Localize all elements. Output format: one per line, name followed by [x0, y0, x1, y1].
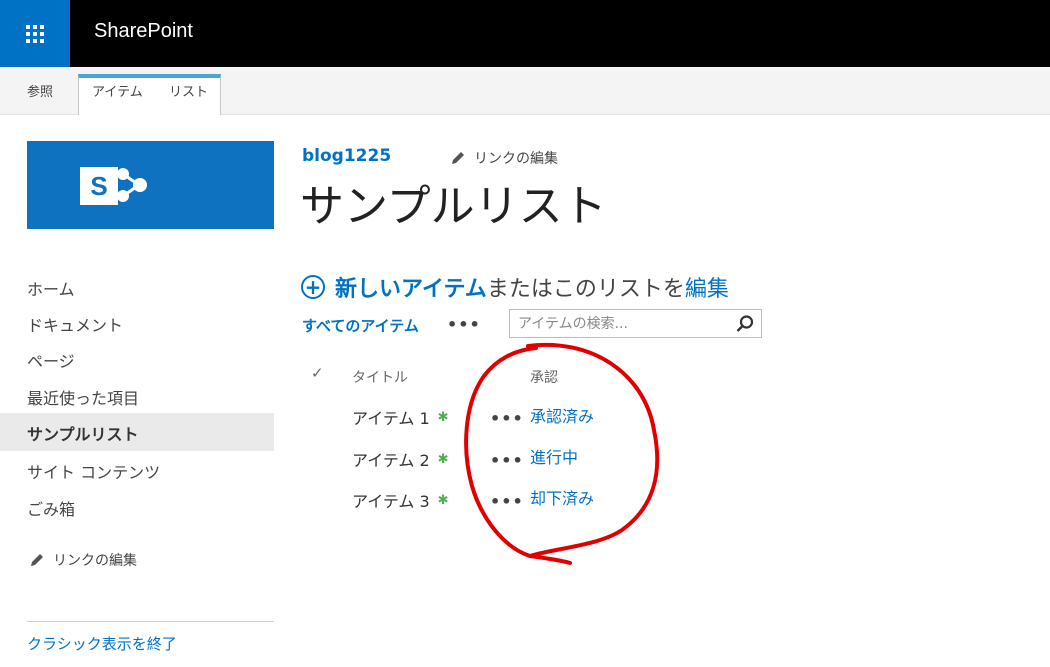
pencil-icon: [31, 554, 43, 566]
new-item-middle-text: またはこのリストを: [486, 277, 685, 302]
edit-links-top[interactable]: リンクの編集: [450, 148, 558, 168]
new-item-icon: ✱: [437, 492, 449, 508]
view-more-button[interactable]: •••: [447, 315, 481, 334]
nav-item-documents[interactable]: ドキュメント: [27, 304, 123, 342]
item-status[interactable]: 却下済み: [530, 485, 594, 509]
suite-bar: SharePoint: [0, 0, 1050, 67]
ribbon-tab-items[interactable]: アイテム: [92, 81, 143, 100]
item-menu-button[interactable]: •••: [490, 451, 524, 470]
site-name-link[interactable]: blog1225: [302, 146, 391, 166]
item-status[interactable]: 承認済み: [530, 403, 594, 427]
new-item-line: + 新しいアイテム またはこのリストを 編集: [301, 271, 729, 303]
view-all-items[interactable]: すべてのアイテム: [302, 315, 419, 336]
sharepoint-logo-icon: S: [80, 167, 147, 205]
column-header-title[interactable]: タイトル: [352, 367, 408, 387]
new-item-icon: ✱: [437, 451, 449, 467]
page-title: サンプルリスト: [300, 182, 607, 231]
list-item-title[interactable]: アイテム 2 ✱: [352, 447, 449, 471]
site-logo[interactable]: S: [27, 141, 274, 229]
ribbon-tab-browse[interactable]: 参照: [27, 81, 53, 100]
search-box: [509, 309, 762, 338]
app-name[interactable]: SharePoint: [94, 20, 193, 43]
item-menu-button[interactable]: •••: [490, 492, 524, 511]
exit-classic-link[interactable]: クラシック表示を終了: [27, 633, 177, 654]
list-item-title[interactable]: アイテム 1 ✱: [352, 405, 449, 429]
add-circle-icon[interactable]: +: [301, 275, 325, 299]
search-icon[interactable]: [735, 314, 755, 334]
new-item-link[interactable]: 新しいアイテム: [335, 271, 487, 303]
nav-item-recent[interactable]: 最近使った項目: [27, 377, 139, 415]
item-status[interactable]: 進行中: [530, 444, 578, 468]
ribbon-tab-list[interactable]: リスト: [169, 81, 208, 100]
edit-links-nav[interactable]: リンクの編集: [29, 550, 137, 570]
new-item-icon: ✱: [437, 409, 449, 425]
item-title-label: アイテム 3: [352, 492, 430, 511]
nav-item-home[interactable]: ホーム: [27, 268, 75, 306]
ribbon: 参照 アイテム リスト: [0, 67, 1050, 115]
select-all-check-icon[interactable]: ✓: [311, 364, 324, 382]
search-input[interactable]: [510, 310, 730, 337]
edit-links-label: リンクの編集: [53, 553, 137, 569]
nav-item-recycle-bin[interactable]: ごみ箱: [27, 488, 75, 526]
nav-item-site-contents[interactable]: サイト コンテンツ: [27, 451, 160, 489]
list-item-title[interactable]: アイテム 3 ✱: [352, 488, 449, 512]
item-title-label: アイテム 2: [352, 451, 430, 470]
pencil-icon: [452, 152, 464, 164]
nav-item-pages[interactable]: ページ: [27, 340, 75, 378]
app-launcher-icon[interactable]: [0, 0, 70, 67]
column-header-approval[interactable]: 承認: [530, 367, 558, 387]
svg-text:S: S: [90, 171, 107, 201]
item-title-label: アイテム 1: [352, 409, 430, 428]
item-menu-button[interactable]: •••: [490, 409, 524, 428]
nav-divider: [27, 621, 274, 622]
edit-links-label: リンクの編集: [474, 151, 558, 167]
edit-list-link[interactable]: 編集: [685, 271, 729, 303]
nav-item-sample-list[interactable]: サンプルリスト: [0, 413, 274, 451]
